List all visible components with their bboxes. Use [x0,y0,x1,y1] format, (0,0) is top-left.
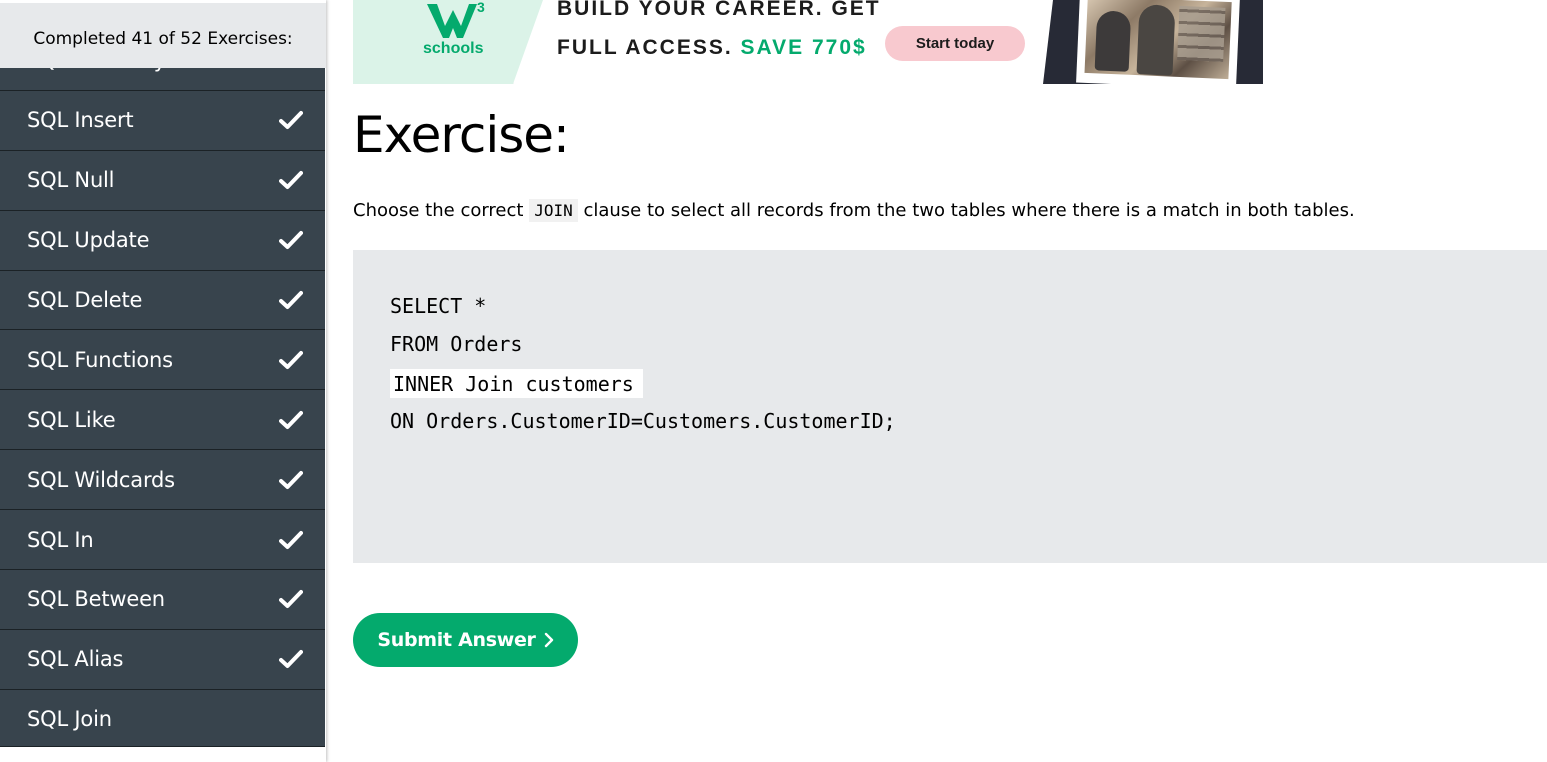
page-title: Exercise: [353,106,570,164]
sidebar-item-null[interactable]: SQL Null [0,149,325,210]
exercise-instruction: Choose the correct JOIN clause to select… [353,199,1355,222]
ad-headline-prefix: FULL ACCESS. [557,36,733,59]
sidebar-item-alias[interactable]: SQL Alias [0,628,325,689]
checkmark-icon [279,171,303,190]
sidebar-item-label: SQL Delete [27,288,143,312]
sidebar-item-in[interactable]: SQL In [0,509,325,570]
join-answer-input[interactable] [390,369,643,398]
ad-headline-line1: BUILD YOUR CAREER. GET [557,0,881,20]
ad-banner[interactable]: 3 schools BUILD YOUR CAREER. GET FULL AC… [353,0,1263,84]
sidebar-item-join[interactable]: SQL Join [0,688,325,749]
code-editor-box: SELECT * FROM Orders ON Orders.CustomerI… [353,250,1547,563]
sidebar-item-update[interactable]: SQL Update [0,209,325,270]
sidebar-item-label: SQL Like [27,407,116,432]
checkmark-icon [279,590,303,609]
progress-header: Completed 41 of 52 Exercises: [0,0,326,68]
sidebar-item-insert[interactable]: SQL Insert [0,89,325,150]
code-line-on: ON Orders.CustomerID=Customers.CustomerI… [390,409,896,433]
sidebar-item-like[interactable]: SQL Like [0,389,325,450]
checkmark-icon [279,470,303,489]
checkmark-icon [279,410,303,429]
ad-photo [1076,0,1240,84]
sidebar-item-between[interactable]: SQL Between [0,569,325,629]
sidebar-item-label: SQL Alias [27,647,124,672]
sidebar-next-item-partial [0,746,325,762]
sidebar-item-label: SQL Null [27,168,115,193]
ad-headline-accent: SAVE 770$ [740,36,867,59]
code-line-select: SELECT * [390,294,487,318]
sidebar-item-label: SQL Between [27,587,165,612]
submit-answer-label: Submit Answer [377,629,536,651]
instruction-text-before: Choose the correct [353,200,524,221]
code-line-from: FROM Orders [390,332,523,356]
ad-logo-text: schools [423,40,484,57]
ad-headline-line2: FULL ACCESS. SAVE 770$ [557,36,867,60]
checkmark-icon [279,650,303,669]
ad-start-today-button[interactable]: Start today [885,26,1025,61]
sidebar-item-label: SQL Functions [27,347,173,372]
checkmark-icon [279,111,303,130]
checkmark-icon [279,231,303,250]
w3schools-logo-icon: 3 [427,0,485,38]
progress-text: Completed 41 of 52 Exercises: [33,28,293,49]
sidebar-item-label: SQL Insert [27,108,134,133]
submit-answer-button[interactable]: Submit Answer [353,613,578,667]
sidebar-item-label: SQL In [27,527,94,552]
chevron-right-icon [544,632,553,648]
sidebar-item-delete[interactable]: SQL Delete [0,269,325,330]
exercise-nav-list: SQL Order By SQL Insert SQL Null SQL Upd… [0,30,325,749]
instruction-text-after: clause to select all records from the tw… [583,200,1355,221]
checkmark-icon [279,530,303,549]
checkmark-icon [279,291,303,309]
sidebar-item-label: SQL Update [27,228,150,253]
sidebar-item-label: SQL Join [27,707,112,732]
checkmark-icon [279,350,303,369]
sidebar: Completed 41 of 52 Exercises: SQL Order … [0,0,326,762]
instruction-inline-code: JOIN [529,199,578,222]
sidebar-item-wildcards[interactable]: SQL Wildcards [0,449,325,510]
svg-text:3: 3 [477,0,485,15]
sidebar-item-functions[interactable]: SQL Functions [0,329,325,390]
sidebar-item-label: SQL Wildcards [27,467,175,492]
